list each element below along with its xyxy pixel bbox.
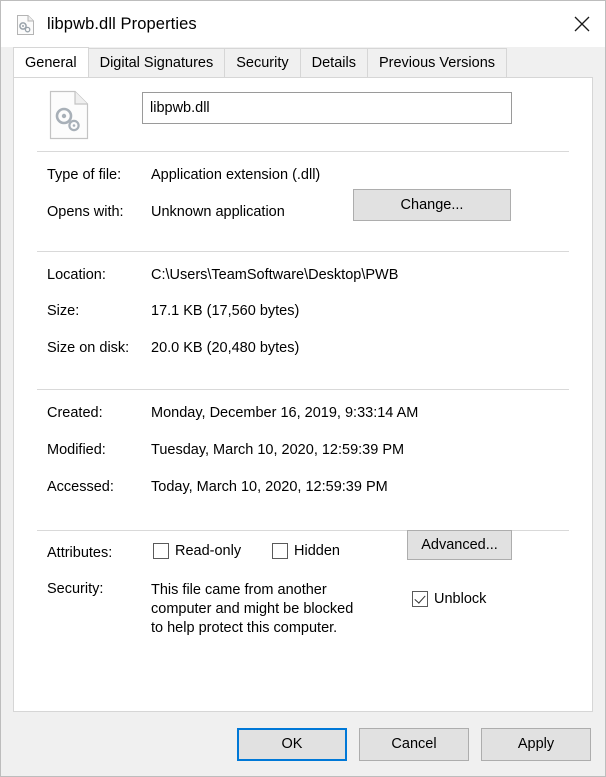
dll-file-icon [15,14,37,36]
close-icon[interactable] [559,1,605,47]
separator-2 [37,251,569,252]
tab-previous-versions-label: Previous Versions [378,55,496,71]
tab-digital-signatures-label: Digital Signatures [99,55,214,71]
label-modified: Modified: [47,442,106,458]
tab-general-label: General [25,54,77,71]
title-bar: libpwb.dll Properties [1,1,605,47]
row-accessed: Accessed: Today, March 10, 2020, 12:59:3… [47,479,388,495]
tab-digital-signatures[interactable]: Digital Signatures [87,48,226,77]
row-created: Created: Monday, December 16, 2019, 9:33… [47,405,418,421]
window-title: libpwb.dll Properties [47,14,197,33]
tab-details-label: Details [311,55,356,71]
cancel-button[interactable]: Cancel [359,727,469,761]
value-opens-with: Unknown application [151,204,285,220]
tab-security-label: Security [236,55,289,71]
value-security: This file came from another computer and… [151,582,354,636]
advanced-button[interactable]: Advanced... [407,530,512,560]
row-opens-with: Opens with: Unknown application [47,204,285,220]
label-attributes: Attributes: [47,545,113,561]
ok-button[interactable]: OK [237,727,347,761]
change-button[interactable]: Change... [353,189,511,221]
row-attributes: Attributes: [47,545,151,561]
label-size-on-disk: Size on disk: [47,340,130,356]
general-tab-panel: Type of file: Application extension (.dl… [13,77,593,712]
row-location: Location: C:\Users\TeamSoftware\Desktop\… [47,267,398,283]
checkbox-hidden[interactable]: Hidden [272,543,340,559]
value-location: C:\Users\TeamSoftware\Desktop\PWB [151,267,399,283]
label-created: Created: [47,405,103,421]
tab-previous-versions[interactable]: Previous Versions [366,48,508,77]
label-type-of-file: Type of file: [47,167,122,183]
tab-strip: General Digital Signatures Security Deta… [13,47,593,77]
value-size-on-disk: 20.0 KB (20,480 bytes) [151,340,300,356]
checkbox-unblock-label: Unblock [434,591,487,607]
tab-details[interactable]: Details [299,48,368,77]
value-size: 17.1 KB (17,560 bytes) [151,303,300,319]
label-size: Size: [47,303,80,319]
checkbox-hidden-box[interactable] [272,543,288,559]
dialog-footer: OK Cancel Apply [1,712,605,776]
properties-dialog: libpwb.dll Properties General Digital Si… [0,0,606,777]
apply-button[interactable]: Apply [481,727,591,761]
value-accessed: Today, March 10, 2020, 12:59:39 PM [151,479,388,495]
label-location: Location: [47,267,106,283]
checkbox-read-only-label: Read-only [175,543,242,559]
checkbox-unblock-box[interactable] [412,591,428,607]
value-type-of-file: Application extension (.dll) [151,167,321,183]
checkbox-read-only[interactable]: Read-only [153,543,241,559]
file-name-input[interactable] [142,92,512,124]
label-accessed: Accessed: [47,479,114,495]
row-security: Security: This file came from another co… [47,581,366,638]
row-type-of-file: Type of file: Application extension (.dl… [47,167,320,183]
tab-general[interactable]: General [13,47,89,77]
label-opens-with: Opens with: [47,204,124,220]
row-modified: Modified: Tuesday, March 10, 2020, 12:59… [47,442,404,458]
separator-3 [37,389,569,390]
value-modified: Tuesday, March 10, 2020, 12:59:39 PM [151,442,405,458]
checkbox-read-only-box[interactable] [153,543,169,559]
label-security: Security: [47,581,104,597]
row-size-on-disk: Size on disk: 20.0 KB (20,480 bytes) [47,340,299,356]
separator-1 [37,151,569,152]
tab-security[interactable]: Security [224,48,301,77]
row-size: Size: 17.1 KB (17,560 bytes) [47,303,299,319]
checkbox-unblock[interactable]: Unblock [412,591,486,607]
value-created: Monday, December 16, 2019, 9:33:14 AM [151,405,419,421]
checkbox-hidden-label: Hidden [294,543,340,559]
dll-file-large-icon [47,90,91,140]
